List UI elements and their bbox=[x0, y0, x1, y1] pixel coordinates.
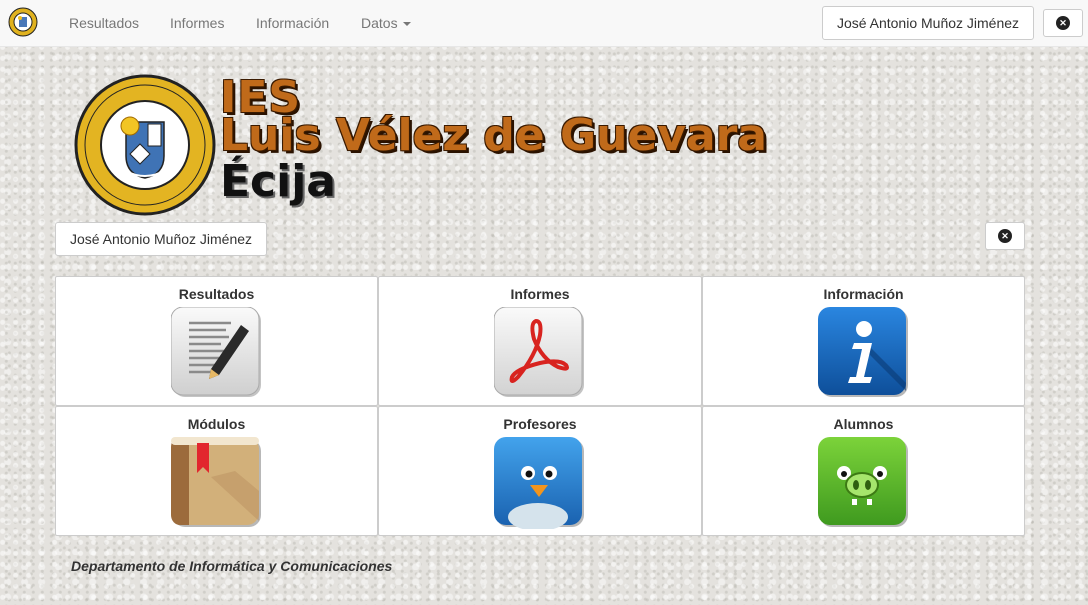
book-icon bbox=[170, 437, 261, 527]
tile-label: Módulos bbox=[187, 416, 246, 432]
tile-informacion[interactable]: Información bbox=[702, 276, 1025, 406]
footer-department: Departamento de Informática y Comunicaci… bbox=[71, 558, 393, 574]
tile-label: Informes bbox=[510, 286, 570, 302]
tile-resultados[interactable]: Resultados bbox=[55, 276, 378, 406]
school-logo-icon[interactable] bbox=[8, 7, 38, 37]
nav-logout-button[interactable] bbox=[1043, 9, 1083, 37]
tile-label: Alumnos bbox=[833, 416, 894, 432]
user-button[interactable]: José Antonio Muñoz Jiménez bbox=[55, 222, 267, 256]
nav-user-button[interactable]: José Antonio Muñoz Jiménez bbox=[822, 6, 1034, 40]
tile-modulos[interactable]: Módulos bbox=[55, 406, 378, 536]
tile-label: Información bbox=[823, 286, 904, 302]
logout-button[interactable] bbox=[985, 222, 1025, 250]
pig-icon bbox=[817, 437, 908, 527]
nav-datos-label: Datos bbox=[361, 15, 398, 31]
info-icon bbox=[817, 307, 908, 397]
tile-label: Profesores bbox=[503, 416, 577, 432]
nav-resultados[interactable]: Resultados bbox=[69, 15, 139, 31]
nav-informacion[interactable]: Información bbox=[256, 15, 329, 31]
school-title-name: Luis Vélez de Guevara bbox=[220, 110, 767, 161]
pdf-icon bbox=[494, 307, 584, 397]
document-edit-icon bbox=[170, 307, 261, 397]
school-seal-icon bbox=[74, 74, 216, 216]
logout-icon bbox=[1056, 16, 1070, 30]
menu-grid: Resultados Informes Información Módulos … bbox=[55, 276, 1025, 536]
nav-datos-dropdown[interactable]: Datos bbox=[361, 15, 411, 31]
top-navbar: Resultados Informes Información Datos Jo… bbox=[0, 0, 1088, 47]
caret-down-icon bbox=[402, 22, 411, 27]
tile-profesores[interactable]: Profesores bbox=[378, 406, 702, 536]
school-title-city: Écija bbox=[220, 156, 336, 207]
tile-alumnos[interactable]: Alumnos bbox=[702, 406, 1025, 536]
logout-icon bbox=[998, 229, 1012, 243]
nav-informes[interactable]: Informes bbox=[170, 15, 224, 31]
tile-label: Resultados bbox=[178, 286, 255, 302]
bird-icon bbox=[494, 437, 584, 529]
tile-informes[interactable]: Informes bbox=[378, 276, 702, 406]
